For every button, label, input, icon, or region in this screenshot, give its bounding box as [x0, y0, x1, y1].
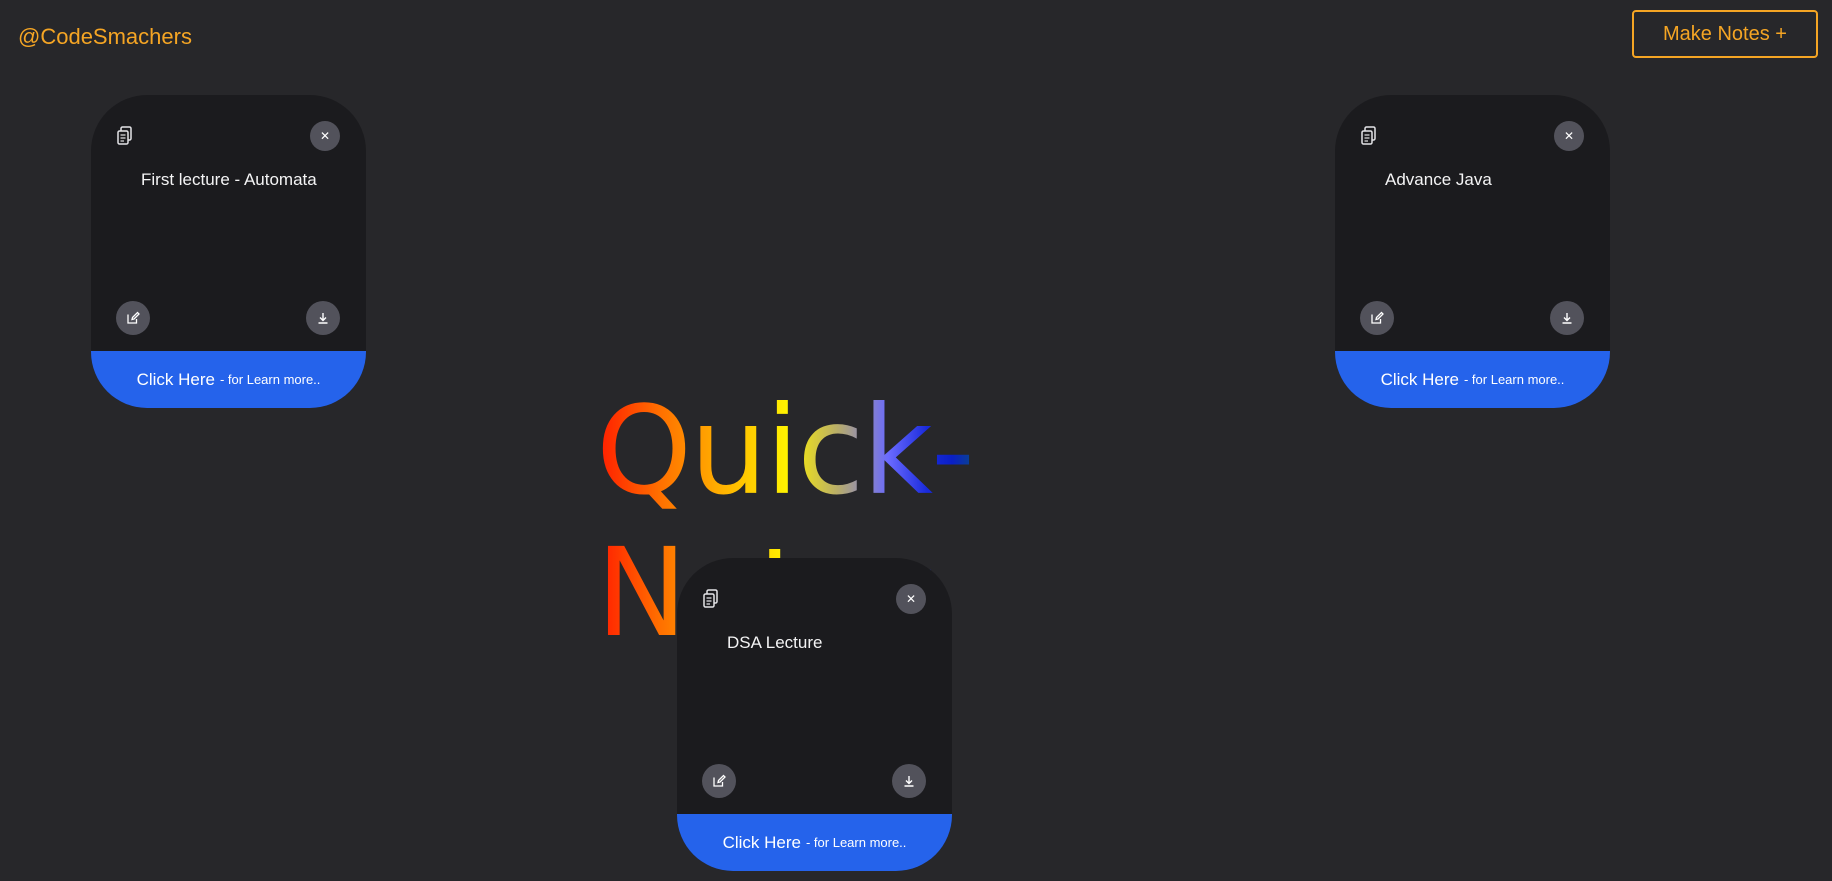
edit-note-button[interactable]: [702, 764, 736, 798]
download-note-button[interactable]: [306, 301, 340, 335]
download-note-button[interactable]: [1550, 301, 1584, 335]
note-card: ✕ Advance Java Click Here - for Learn mo…: [1335, 95, 1610, 408]
close-icon: ✕: [905, 592, 917, 606]
download-note-button[interactable]: [892, 764, 926, 798]
learn-more-cta: Click Here: [722, 832, 801, 852]
close-icon: ✕: [1563, 129, 1575, 143]
note-card: ✕ First lecture - Automata Click Here - …: [91, 95, 366, 408]
learn-more-cta: Click Here: [1380, 369, 1459, 389]
edit-icon: [1371, 311, 1384, 324]
close-note-button[interactable]: ✕: [310, 121, 340, 151]
download-icon: [318, 313, 328, 324]
make-notes-button[interactable]: Make Notes +: [1632, 10, 1818, 58]
learn-more-cta: Click Here: [136, 369, 215, 389]
learn-more-link[interactable]: Click Here - for Learn more..: [677, 814, 952, 871]
download-icon: [904, 776, 914, 787]
note-text: First lecture - Automata: [141, 170, 317, 189]
note-text: Advance Java: [1385, 170, 1492, 189]
note-text: DSA Lecture: [727, 633, 823, 652]
edit-icon: [713, 774, 726, 787]
clipboard-copy-icon[interactable]: [1360, 126, 1378, 146]
close-icon: ✕: [319, 129, 331, 143]
close-note-button[interactable]: ✕: [896, 584, 926, 614]
download-icon: [1562, 313, 1572, 324]
note-card: ✕ DSA Lecture Click Here - for Learn mor…: [677, 558, 952, 871]
hero: Quick-Notes: [596, 380, 1232, 664]
edit-note-button[interactable]: [116, 301, 150, 335]
learn-more-sub: - for Learn more..: [1463, 372, 1565, 387]
clipboard-copy-icon[interactable]: [116, 126, 134, 146]
close-note-button[interactable]: ✕: [1554, 121, 1584, 151]
edit-icon: [127, 311, 140, 324]
learn-more-link[interactable]: Click Here - for Learn more..: [1335, 351, 1610, 408]
clipboard-copy-icon[interactable]: [702, 589, 720, 609]
learn-more-sub: - for Learn more..: [805, 835, 907, 850]
learn-more-link[interactable]: Click Here - for Learn more..: [91, 351, 366, 408]
learn-more-sub: - for Learn more..: [219, 372, 321, 387]
brand-label: @CodeSmachers: [18, 24, 192, 49]
edit-note-button[interactable]: [1360, 301, 1394, 335]
